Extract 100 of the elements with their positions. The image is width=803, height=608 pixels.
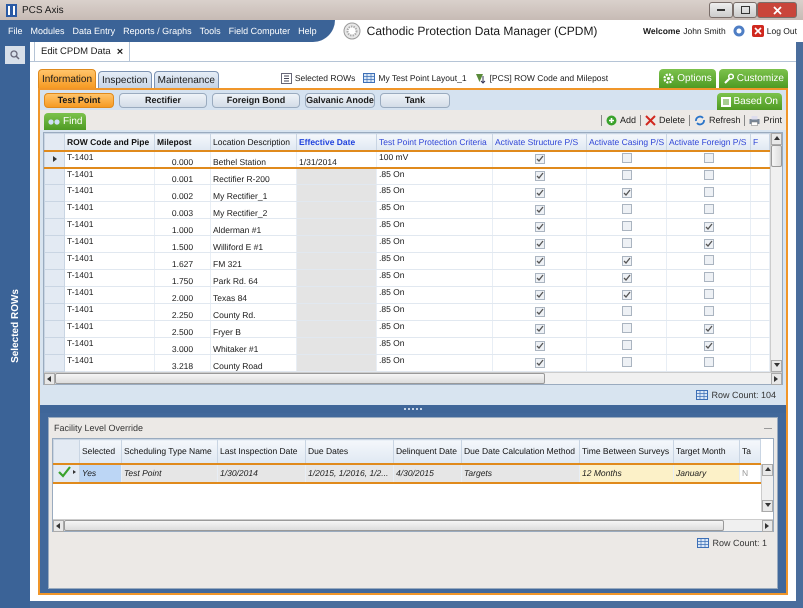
horizontal-scrollbar[interactable] xyxy=(44,372,782,384)
column-header[interactable]: Effective Date xyxy=(296,134,376,150)
checkbox[interactable] xyxy=(704,324,714,334)
scroll-up-icon[interactable] xyxy=(772,135,780,143)
menu-item[interactable]: Tools xyxy=(200,26,221,36)
checkbox[interactable] xyxy=(534,204,544,214)
checkbox[interactable] xyxy=(622,153,632,163)
checkbox[interactable] xyxy=(704,272,714,282)
menu-item[interactable]: Modules xyxy=(30,26,65,36)
column-header[interactable]: Location Description xyxy=(210,134,296,150)
checkbox[interactable] xyxy=(622,272,632,282)
column-header[interactable]: F xyxy=(750,134,770,150)
column-header[interactable]: Scheduling Type Name xyxy=(122,440,218,464)
checkbox[interactable] xyxy=(704,170,714,180)
facility-tab[interactable]: Tank xyxy=(380,92,450,108)
checkbox[interactable] xyxy=(704,255,714,265)
checkbox[interactable] xyxy=(534,358,544,368)
checkbox[interactable] xyxy=(622,256,632,266)
horizontal-scrollbar[interactable] xyxy=(53,519,773,531)
vertical-scrollbar[interactable] xyxy=(761,464,773,512)
checkbox[interactable] xyxy=(704,289,714,299)
column-header[interactable]: ROW Code and Pipe xyxy=(64,134,154,150)
toolbar-button[interactable]: Delete xyxy=(640,114,685,126)
toolbar-button[interactable]: Add xyxy=(600,114,636,126)
menu-item[interactable]: Field Computer xyxy=(228,26,290,36)
checkbox[interactable] xyxy=(622,357,632,367)
toolbar-button[interactable]: Print xyxy=(744,114,782,126)
checkbox[interactable] xyxy=(534,324,544,334)
facility-tab[interactable]: Rectifier xyxy=(119,92,207,108)
section-tab[interactable]: Inspection xyxy=(98,71,152,88)
row-header[interactable] xyxy=(44,150,64,168)
checkbox[interactable] xyxy=(704,222,714,232)
scroll-right-icon[interactable] xyxy=(764,522,772,530)
checkbox[interactable] xyxy=(704,340,714,350)
column-header[interactable]: Selected xyxy=(80,440,122,464)
checkbox[interactable] xyxy=(534,222,544,232)
vertical-scrollbar[interactable] xyxy=(770,133,782,372)
checkbox[interactable] xyxy=(622,238,632,248)
minimize-button[interactable] xyxy=(709,2,733,18)
maximize-button[interactable] xyxy=(733,2,757,18)
column-header[interactable]: Milepost xyxy=(154,134,210,150)
close-button[interactable] xyxy=(757,2,797,18)
checkbox[interactable] xyxy=(704,187,714,197)
column-header[interactable]: Activate Casing P/S xyxy=(586,134,666,150)
checkbox[interactable] xyxy=(622,306,632,316)
column-header[interactable]: Test Point Protection Criteria xyxy=(376,134,492,150)
checkbox[interactable] xyxy=(534,340,544,350)
checkbox[interactable] xyxy=(534,272,544,282)
info-link[interactable]: Selected ROWs xyxy=(280,72,356,84)
checkbox[interactable] xyxy=(534,238,544,248)
close-tab-button[interactable]: × xyxy=(116,46,124,58)
checkbox[interactable] xyxy=(622,170,632,180)
checkbox[interactable] xyxy=(534,290,544,300)
scroll-left-icon[interactable] xyxy=(54,522,62,530)
scroll-up-icon[interactable] xyxy=(764,466,772,474)
info-link[interactable]: [PCS] ROW Code and Milepost xyxy=(474,72,608,84)
column-header[interactable]: Target Month xyxy=(674,440,740,464)
help-icon[interactable] xyxy=(732,25,745,37)
checkbox[interactable] xyxy=(622,221,632,231)
menu-item[interactable]: Data Entry xyxy=(72,26,116,36)
checkbox[interactable] xyxy=(704,204,714,214)
checkbox[interactable] xyxy=(622,204,632,214)
column-header[interactable]: Due Date Calculation Method xyxy=(462,440,580,464)
scroll-thumb[interactable] xyxy=(771,145,782,167)
column-header[interactable]: Delinquent Date xyxy=(394,440,462,464)
menu-item[interactable]: File xyxy=(8,26,23,36)
search-button[interactable] xyxy=(5,46,25,64)
column-header[interactable]: Activate Structure P/S xyxy=(492,134,586,150)
checkbox[interactable] xyxy=(704,306,714,316)
checkbox[interactable] xyxy=(622,188,632,198)
checkbox[interactable] xyxy=(622,323,632,333)
checkbox[interactable] xyxy=(534,306,544,316)
checkbox[interactable] xyxy=(534,188,544,198)
checkbox[interactable] xyxy=(622,290,632,300)
info-link[interactable]: My Test Point Layout_1 xyxy=(363,72,467,84)
column-header[interactable]: Ta xyxy=(740,440,760,464)
section-tab[interactable]: Information xyxy=(38,69,96,88)
section-tab[interactable]: Maintenance xyxy=(154,71,219,88)
facility-tab[interactable]: Galvanic Anode xyxy=(305,92,375,108)
document-tab[interactable]: Edit CPDM Data × xyxy=(34,42,130,61)
facility-tab[interactable]: Test Point xyxy=(44,92,114,108)
column-header[interactable]: Due Dates xyxy=(306,440,394,464)
checkbox[interactable] xyxy=(704,238,714,248)
splitter-handle[interactable] xyxy=(40,405,786,413)
checkbox[interactable] xyxy=(534,154,544,164)
scroll-left-icon[interactable] xyxy=(46,375,54,383)
column-header[interactable]: Activate Foreign P/S xyxy=(666,134,750,150)
scroll-right-icon[interactable] xyxy=(772,375,780,383)
toolbar-button[interactable]: Refresh xyxy=(688,114,740,126)
menu-item[interactable]: Help xyxy=(298,26,317,36)
column-header[interactable]: Time Between Surveys xyxy=(580,440,674,464)
checkbox[interactable] xyxy=(704,357,714,367)
checkbox[interactable] xyxy=(534,170,544,181)
menu-item[interactable]: Reports / Graphs xyxy=(123,26,192,36)
checkbox[interactable] xyxy=(534,256,544,266)
close-icon[interactable] xyxy=(752,25,764,37)
sidebar-label[interactable]: Selected ROWs xyxy=(10,289,20,363)
facility-tab[interactable]: Foreign Bond xyxy=(212,92,300,108)
checkbox[interactable] xyxy=(622,340,632,350)
logout-link[interactable]: Log Out xyxy=(766,26,797,36)
